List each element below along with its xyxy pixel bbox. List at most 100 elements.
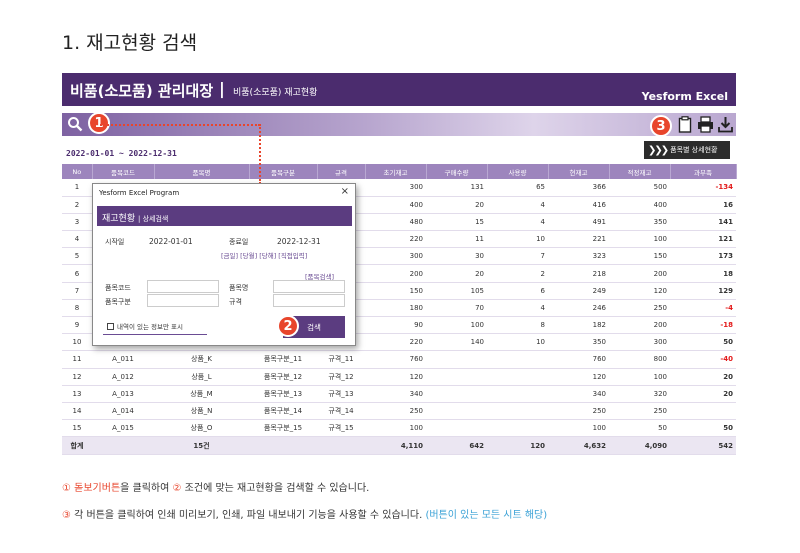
item-name-input[interactable]: [273, 280, 345, 293]
column-header: 규격: [317, 164, 366, 179]
history-only-checkbox[interactable]: 내역이 있는 정보만 표시: [107, 321, 183, 331]
note-line-1: ① 돋보기버튼을 클릭하여 ② 조건에 맞는 재고현황을 검색할 수 있습니다.: [62, 479, 369, 494]
table-cell: 90: [365, 316, 426, 335]
column-header: 적정재고: [609, 164, 671, 179]
callout-badge-3: 3: [650, 115, 672, 137]
table-cell: 7: [487, 247, 548, 266]
table-cell: [426, 350, 487, 369]
table-cell: A_015: [92, 419, 154, 438]
note-text: 을 클릭하여: [120, 483, 173, 494]
search-icon[interactable]: [66, 115, 84, 133]
dialog-header-title: 재고현황: [102, 214, 136, 224]
close-icon[interactable]: ×: [341, 186, 349, 197]
table-cell: 18: [670, 264, 736, 283]
table-cell: 20: [426, 264, 487, 283]
table-cell: 10: [487, 333, 548, 352]
column-header: 현재고: [548, 164, 610, 179]
table-cell: 13: [62, 385, 92, 403]
column-header: 품목코드: [92, 164, 155, 179]
table-cell: [426, 368, 487, 386]
table-cell: 2: [62, 196, 92, 214]
table-cell: 760: [365, 350, 426, 369]
table-cell: 760: [548, 350, 609, 369]
end-date-field[interactable]: 2022-12-31: [277, 237, 321, 246]
table-cell: 상품_O: [154, 419, 249, 438]
table-cell: 121: [670, 230, 736, 249]
table-cell: [426, 402, 487, 421]
table-cell: [487, 385, 548, 403]
brand-label: Yesform Excel: [641, 90, 728, 103]
table-cell: 16: [670, 196, 736, 214]
quick-date-links[interactable]: [금일] [당월] [당해] [직접입력]: [221, 250, 307, 260]
table-cell: 350: [548, 333, 609, 352]
table-cell: 상품_K: [154, 350, 249, 369]
table-cell: 30: [426, 247, 487, 266]
table-cell: 120: [365, 368, 426, 386]
table-cell: 173: [670, 247, 736, 266]
item-code-input[interactable]: [147, 280, 219, 293]
table-cell: 규격_14: [317, 402, 365, 421]
category-input[interactable]: [147, 294, 219, 307]
table-cell: 50: [670, 333, 736, 352]
table-row: 11 A_011 상품_K 품목구분_11 규격_11 760 760 800 -40: [62, 350, 736, 369]
note-line-2: ③ 각 버튼을 클릭하여 인쇄 미리보기, 인쇄, 파일 내보내기 기능을 사용…: [62, 506, 547, 521]
category-label: 품목구분: [105, 298, 131, 306]
table-row: 14 A_014 상품_N 품목구분_14 규격_14 250 250 250: [62, 402, 736, 421]
table-cell: 100: [548, 419, 609, 438]
table-cell: [249, 436, 317, 456]
table-cell: [317, 436, 365, 456]
chevrons-icon: ❯❯❯: [648, 144, 669, 156]
dialog-header: 재고현황 | 상세검색: [97, 206, 352, 226]
start-date-field[interactable]: 2022-01-01: [149, 237, 193, 246]
table-cell: 15: [62, 419, 92, 438]
print-icon[interactable]: [696, 115, 714, 133]
item-detail-button[interactable]: ❯❯❯ 품목별 상세현황: [644, 141, 730, 159]
table-cell: 4,632: [548, 436, 609, 456]
table-cell: 366: [548, 179, 609, 197]
table-cell: 250: [365, 402, 426, 421]
column-header: 구매수량: [426, 164, 488, 179]
callout-badge-1: 1: [88, 112, 110, 134]
table-cell: 품목구분_12: [249, 368, 317, 386]
table-cell: -40: [670, 350, 736, 369]
table-cell: 50: [609, 419, 670, 438]
table-cell: 120: [609, 282, 670, 300]
table-cell: [487, 350, 548, 369]
print-preview-icon[interactable]: [676, 115, 694, 133]
table-cell: 규격_12: [317, 368, 365, 386]
sheet-title: 비품(소모품) 관리대장: [70, 82, 214, 100]
table-cell: 10: [487, 230, 548, 249]
table-cell: [426, 385, 487, 403]
table-cell: 250: [609, 299, 670, 318]
table-cell: 20: [670, 368, 736, 386]
search-dialog: Yesform Excel Program × 재고현황 | 상세검색 시작일 …: [92, 183, 356, 346]
item-name-label: 품목명: [229, 284, 249, 292]
table-cell: 11: [426, 230, 487, 249]
table-cell: 105: [426, 282, 487, 300]
table-cell: 300: [365, 247, 426, 266]
checkbox-box[interactable]: [107, 322, 114, 330]
table-cell: 100: [609, 368, 670, 386]
table-cell: 300: [609, 333, 670, 352]
table-cell: 642: [426, 436, 487, 456]
table-cell: 품목구분_11: [249, 350, 317, 369]
table-cell: [487, 402, 548, 421]
table-cell: [487, 368, 548, 386]
table-cell: 340: [365, 385, 426, 403]
title-separator: |: [219, 79, 225, 98]
table-cell: 400: [609, 196, 670, 214]
item-detail-label: 품목별 상세현황: [670, 146, 718, 154]
spec-label: 규격: [229, 298, 242, 306]
table-cell: 상품_N: [154, 402, 249, 421]
table-cell: 20: [670, 385, 736, 403]
table-cell: 200: [609, 316, 670, 335]
table-cell: 10: [62, 333, 92, 352]
spec-input[interactable]: [273, 294, 345, 307]
table-cell: 220: [365, 230, 426, 249]
export-icon[interactable]: [716, 115, 734, 133]
table-cell: 상품_L: [154, 368, 249, 386]
table-cell: 규격_11: [317, 350, 365, 369]
table-cell: 200: [609, 264, 670, 283]
table-cell: 품목구분_14: [249, 402, 317, 421]
table-cell: 15건: [154, 436, 249, 456]
